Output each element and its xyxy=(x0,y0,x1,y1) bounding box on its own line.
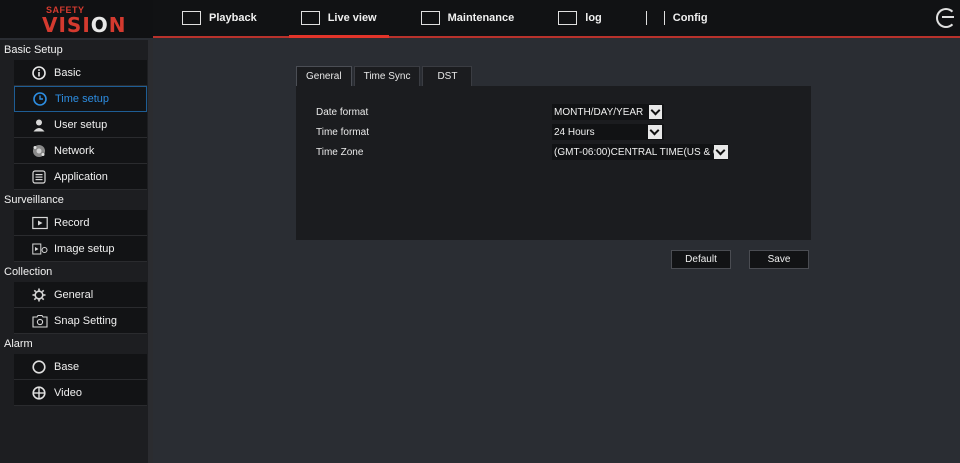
nav-playback-label: Playback xyxy=(209,12,257,24)
sidebar-item-image-setup[interactable]: Image setup xyxy=(14,236,147,262)
nav-log[interactable]: log xyxy=(546,0,614,36)
time-zone-select[interactable]: (GMT-06:00)CENTRAL TIME(US & CA xyxy=(552,144,728,160)
live-view-icon xyxy=(300,11,320,25)
nav-maintenance-label: Maintenance xyxy=(447,12,515,24)
time-zone-value: (GMT-06:00)CENTRAL TIME(US & CA xyxy=(554,146,714,158)
time-zone-row: Time Zone (GMT-06:00)CENTRAL TIME(US & C… xyxy=(316,144,796,162)
time-format-label: Time format xyxy=(316,127,369,138)
sidebar-item-video[interactable]: Video xyxy=(14,380,147,406)
settings-tabs: General Time Sync DST xyxy=(296,66,474,86)
playback-icon xyxy=(182,11,201,25)
section-collection: Collection xyxy=(0,262,153,282)
sidebar-item-label: Record xyxy=(54,216,90,229)
sidebar-item-label: Basic xyxy=(54,66,81,79)
save-button[interactable]: Save xyxy=(749,250,809,269)
nav-maintenance[interactable]: Maintenance xyxy=(409,0,527,36)
chevron-down-icon[interactable] xyxy=(648,125,662,139)
nav-playback[interactable]: Playback xyxy=(170,0,269,36)
config-icon xyxy=(645,11,665,25)
sidebar-item-basic[interactable]: Basic xyxy=(14,60,147,86)
time-zone-label: Time Zone xyxy=(316,147,364,158)
sidebar-item-label: User setup xyxy=(54,118,108,131)
sidebar-item-general[interactable]: General xyxy=(14,282,147,308)
default-button[interactable]: Default xyxy=(671,250,731,269)
date-format-select[interactable]: MONTH/DAY/YEAR xyxy=(552,104,664,120)
top-bar: SAFETY VISION Playback Live view Mainten… xyxy=(0,0,960,38)
sidebar-item-record[interactable]: Record xyxy=(14,210,147,236)
sidebar-item-user-setup[interactable]: User setup xyxy=(14,112,147,138)
record-icon xyxy=(32,216,48,230)
clock-icon xyxy=(33,92,47,106)
user-icon xyxy=(32,118,46,132)
brand-logo-main: VISION xyxy=(42,13,127,37)
sidebar-item-label: Video xyxy=(54,386,82,399)
network-icon xyxy=(32,144,46,158)
tab-time-sync[interactable]: Time Sync xyxy=(353,66,421,86)
time-format-row: Time format 24 Hours xyxy=(316,124,796,142)
maintenance-icon xyxy=(420,11,440,25)
sidebar-item-label: Time setup xyxy=(55,93,110,105)
sidebar-item-network[interactable]: Network xyxy=(14,138,147,164)
brand-logo: SAFETY VISION xyxy=(0,0,153,38)
gear-icon xyxy=(32,288,46,302)
date-format-value: MONTH/DAY/YEAR xyxy=(554,106,644,118)
date-format-row: Date format MONTH/DAY/YEAR xyxy=(316,104,796,122)
circle-icon xyxy=(32,359,46,374)
time-format-value: 24 Hours xyxy=(554,126,595,138)
sidebar-item-label: Snap Setting xyxy=(54,314,117,327)
nav-log-label: log xyxy=(585,12,602,24)
sidebar-item-label: General xyxy=(54,288,94,301)
sidebar-item-snap-setting[interactable]: Snap Setting xyxy=(14,308,147,334)
main-nav: Playback Live view Maintenance log Confi… xyxy=(170,0,740,38)
nav-live-view-label: Live view xyxy=(327,12,377,24)
sidebar-item-application[interactable]: Application xyxy=(14,164,147,190)
settings-panel: Date format MONTH/DAY/YEAR Time format 2… xyxy=(296,86,811,240)
chevron-down-icon[interactable] xyxy=(649,105,662,119)
video-icon xyxy=(32,385,46,400)
nav-config-label: Config xyxy=(672,12,708,24)
sidebar: Basic Setup Basic Time setup User setup … xyxy=(0,40,153,463)
sidebar-item-label: Application xyxy=(54,170,108,183)
sidebar-item-time-setup[interactable]: Time setup xyxy=(14,86,147,112)
sidebar-item-label: Network xyxy=(54,144,95,157)
chevron-down-icon[interactable] xyxy=(714,145,728,159)
section-basic-setup: Basic Setup xyxy=(0,40,153,60)
main-content: General Time Sync DST Date format MONTH/… xyxy=(153,40,960,463)
nav-live-view[interactable]: Live view xyxy=(288,0,389,38)
tab-general[interactable]: General xyxy=(296,66,352,86)
sidebar-item-label: Base xyxy=(54,360,80,373)
section-alarm: Alarm xyxy=(0,334,153,354)
logout-icon[interactable] xyxy=(936,8,956,28)
time-format-select[interactable]: 24 Hours xyxy=(552,124,664,140)
camera-icon xyxy=(32,314,48,328)
log-icon xyxy=(558,11,578,25)
application-icon xyxy=(32,169,46,184)
nav-config[interactable]: Config xyxy=(634,0,720,36)
sidebar-item-label: Image setup xyxy=(54,242,115,255)
image-setup-icon xyxy=(32,242,48,256)
info-icon xyxy=(32,65,46,80)
sidebar-item-base[interactable]: Base xyxy=(14,354,147,380)
tab-dst[interactable]: DST xyxy=(422,66,473,86)
section-surveillance: Surveillance xyxy=(0,190,153,210)
date-format-label: Date format xyxy=(316,107,369,118)
